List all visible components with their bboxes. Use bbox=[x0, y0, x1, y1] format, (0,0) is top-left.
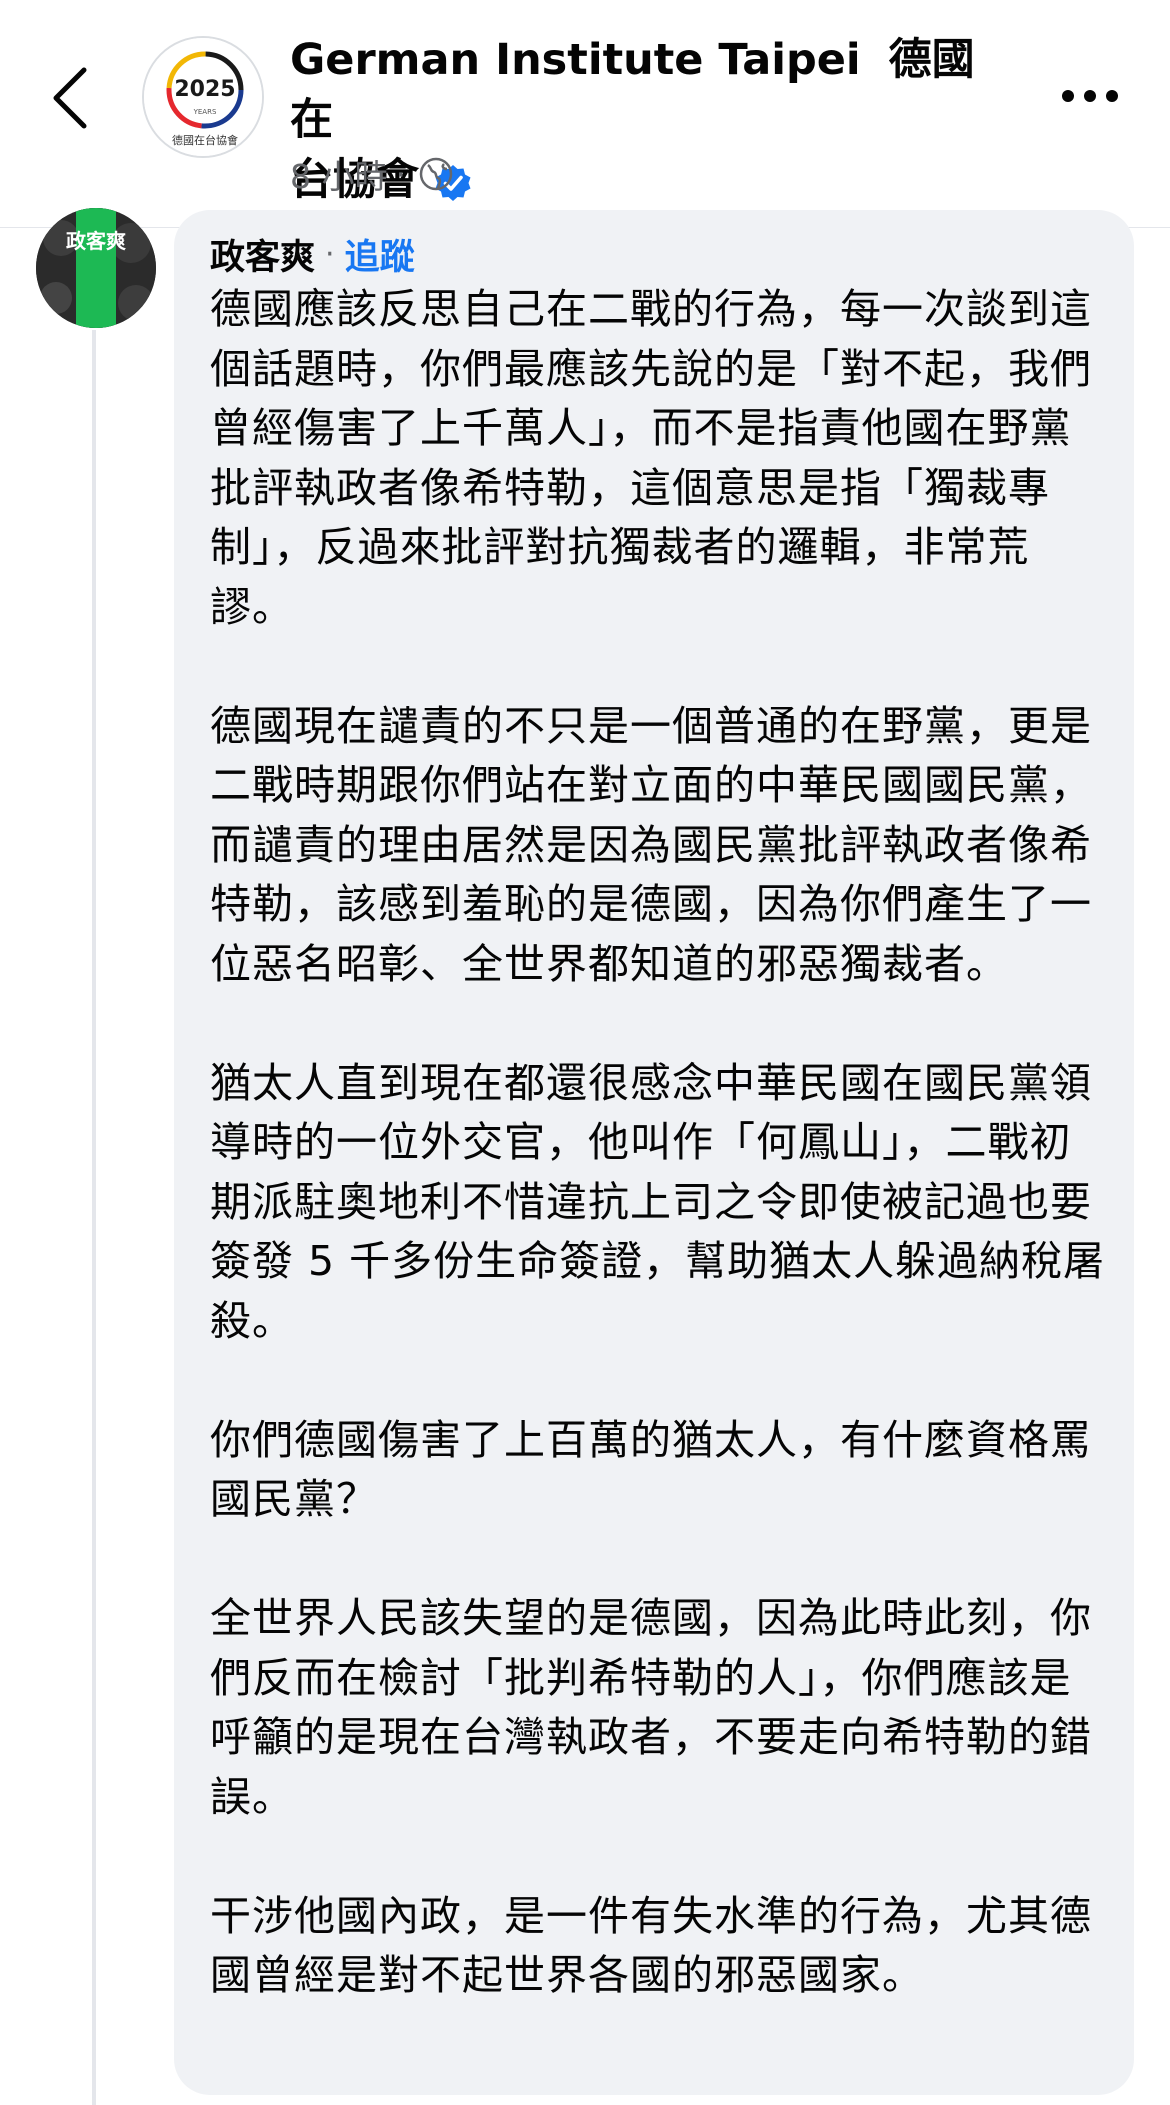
svg-text:德國在台協會: 德國在台協會 bbox=[172, 133, 238, 147]
commenter-name[interactable]: 政客爽 bbox=[210, 229, 315, 280]
globe-icon[interactable] bbox=[418, 156, 454, 192]
comment-text: 德國應該反思自己在二戰的行為，每一次談到這個話題時，你們最應該先說的是「對不起，… bbox=[210, 280, 1110, 2006]
svg-text:YEARS: YEARS bbox=[193, 108, 217, 116]
commenter-avatar-image: 政客爽 bbox=[36, 208, 156, 328]
thread-line bbox=[92, 330, 96, 2105]
comment-paragraph: 干涉他國內政，是一件有失水準的行為，尤其德國曾經是對不起世界各國的邪惡國家。 bbox=[210, 1891, 1092, 2000]
more-horizontal-icon bbox=[1062, 90, 1118, 102]
commenter-avatar[interactable]: 政客爽 bbox=[36, 208, 156, 328]
comment-header: 政客爽 · 追蹤 bbox=[210, 228, 415, 280]
chevron-left-icon bbox=[53, 67, 87, 129]
post-time[interactable]: 8 小時 bbox=[290, 150, 388, 198]
comment-paragraph: 德國應該反思自己在二戰的行為，每一次談到這個話題時，你們最應該先說的是「對不起，… bbox=[210, 285, 1092, 631]
more-options-button[interactable] bbox=[1050, 74, 1130, 118]
comment-paragraph: 全世界人民該失望的是德國，因為此時此刻，你們反而在檢討「批判希特勒的人」，你們應… bbox=[210, 1594, 1092, 1821]
comment-paragraph: 猶太人直到現在都還很感念中華民國在國民黨領導時的一位外交官，他叫作「何鳳山」，二… bbox=[210, 1058, 1106, 1345]
meta-separator: · bbox=[395, 154, 407, 194]
follow-button[interactable]: 追蹤 bbox=[345, 229, 415, 280]
page-avatar[interactable]: 2025 YEARS 德國在台協會 bbox=[142, 36, 264, 158]
comment-paragraph: 你們德國傷害了上百萬的猶太人，有什麼資格罵國民黨？ bbox=[210, 1415, 1092, 1524]
post-header: 2025 YEARS 德國在台協會 German Institute Taipe… bbox=[0, 0, 1170, 228]
comment-paragraph: 德國現在譴責的不只是一個普通的在野黨，更是二戰時期跟你們站在對立面的中華民國國民… bbox=[210, 701, 1092, 988]
commenter-avatar-text: 政客爽 bbox=[66, 229, 126, 253]
header-separator: · bbox=[325, 236, 335, 272]
page-name-en[interactable]: German Institute Taipei bbox=[290, 35, 861, 85]
back-button[interactable] bbox=[40, 58, 100, 138]
comment-bubble: 政客爽 · 追蹤 德國應該反思自己在二戰的行為，每一次談到這個話題時，你們最應該… bbox=[174, 210, 1134, 2095]
page-logo: 2025 YEARS 德國在台協會 bbox=[144, 38, 262, 156]
svg-text:2025: 2025 bbox=[174, 77, 235, 102]
post-meta: 8 小時 · bbox=[290, 152, 454, 196]
